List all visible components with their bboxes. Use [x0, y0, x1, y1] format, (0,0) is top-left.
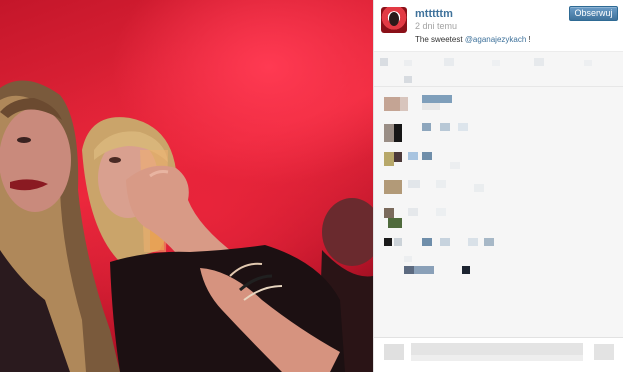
caption-mention-link[interactable]: @aganajezykach: [465, 35, 527, 44]
post-caption: The sweetest @aganajezykach !: [415, 35, 531, 44]
photo-illustration: [0, 80, 373, 372]
post-sidebar: mtttttm 2 dni temu Obserwuj The sweetest…: [373, 0, 623, 372]
caption-suffix: !: [526, 35, 531, 44]
comment-input[interactable]: [411, 343, 583, 355]
post-header: mtttttm 2 dni temu Obserwuj The sweetest…: [374, 0, 623, 52]
comment-input-shadow: [411, 355, 583, 361]
like-icon[interactable]: [384, 344, 404, 360]
post-timestamp[interactable]: 2 dni temu: [415, 21, 457, 31]
more-options-icon[interactable]: [594, 344, 614, 360]
caption-text: The sweetest: [415, 35, 465, 44]
instagram-post-view: mtttttm 2 dni temu Obserwuj The sweetest…: [0, 0, 623, 372]
avatar[interactable]: [381, 7, 407, 33]
follow-button[interactable]: Obserwuj: [569, 6, 618, 21]
divider: [374, 86, 623, 87]
post-photo[interactable]: [0, 0, 373, 372]
username-link[interactable]: mtttttm: [415, 8, 453, 20]
